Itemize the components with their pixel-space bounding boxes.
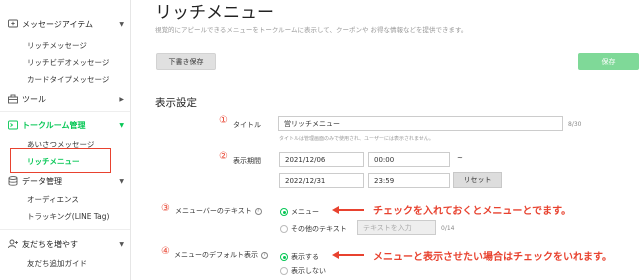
radio-menu[interactable]: メニュー bbox=[280, 207, 319, 217]
sidebar-section-tools[interactable]: ツール ▶ bbox=[7, 91, 124, 107]
sidebar-item-add-friend-guide[interactable]: 友だち追加ガイド bbox=[27, 258, 87, 269]
radio-selected-icon bbox=[280, 253, 288, 261]
chevron-right-icon: ▶ bbox=[119, 95, 124, 103]
arrow-left-icon bbox=[332, 251, 339, 259]
arrow-shaft bbox=[339, 209, 364, 211]
period-tilde: ~ bbox=[457, 154, 463, 162]
sidebar: メッセージアイテム ▼ リッチメッセージ リッチビデオメッセージ カードタイプメ… bbox=[0, 0, 131, 280]
message-icon bbox=[7, 19, 18, 30]
radio-hide-label: 表示しない bbox=[291, 267, 326, 275]
end-date-input[interactable]: 2022/12/31 bbox=[279, 173, 364, 188]
main-content: リッチメニュー 視覚的にアピールできるメニューをトークルームに表示して、クーポン… bbox=[131, 0, 640, 280]
marker-4: ④ bbox=[161, 246, 170, 257]
toolbox-icon bbox=[7, 94, 18, 105]
other-text-char-count: 0/14 bbox=[441, 225, 455, 232]
annotation-note-1: チェックを入れておくとメニューとでます。 bbox=[373, 206, 572, 217]
start-date-input[interactable]: 2021/12/06 bbox=[279, 152, 364, 167]
sidebar-item-rich-video-message[interactable]: リッチビデオメッセージ bbox=[27, 57, 109, 68]
arrow-shaft bbox=[339, 254, 364, 256]
radio-other-label: その他のテキスト bbox=[291, 225, 347, 233]
marker-1: ① bbox=[219, 115, 228, 126]
menubar-label: メニューバーのテキスト? bbox=[175, 206, 262, 216]
add-friend-icon bbox=[7, 239, 18, 250]
sidebar-item-audience[interactable]: オーディエンス bbox=[27, 194, 79, 205]
sidebar-divider bbox=[0, 111, 130, 112]
chevron-down-icon: ▼ bbox=[119, 240, 124, 248]
sidebar-section-label: 友だちを増やす bbox=[22, 239, 78, 249]
radio-menu-label: メニュー bbox=[291, 208, 319, 216]
period-label: 表示期間 bbox=[233, 157, 261, 165]
radio-other-text[interactable]: その他のテキスト bbox=[280, 224, 347, 234]
arrow-left-icon bbox=[332, 206, 339, 214]
marker-3: ③ bbox=[161, 203, 170, 214]
rich-menu-highlight-box bbox=[10, 148, 111, 173]
annotation-arrow-1 bbox=[332, 206, 364, 214]
end-date-value: 2022/12/31 bbox=[285, 176, 326, 185]
other-text-input[interactable]: テキストを入力 bbox=[357, 220, 436, 235]
sidebar-section-label: データ管理 bbox=[22, 176, 62, 186]
sidebar-section-label: メッセージアイテム bbox=[22, 19, 94, 29]
radio-selected-icon bbox=[280, 208, 288, 216]
start-time-value: 00:00 bbox=[374, 155, 395, 164]
default-display-label: メニューのデフォルト表示? bbox=[174, 250, 268, 260]
title-label: タイトル bbox=[233, 121, 261, 129]
radio-hide[interactable]: 表示しない bbox=[280, 266, 326, 276]
start-date-value: 2021/12/06 bbox=[285, 155, 326, 164]
end-time-value: 23:59 bbox=[374, 176, 395, 185]
page-description: 視覚的にアピールできるメニューをトークルームに表示して、クーポンや お得な情報な… bbox=[155, 26, 468, 34]
chevron-down-icon: ▼ bbox=[119, 121, 124, 129]
default-display-label-text: メニューのデフォルト表示 bbox=[174, 251, 258, 259]
save-draft-button[interactable]: 下書き保存 bbox=[156, 53, 216, 70]
start-time-input[interactable]: 00:00 bbox=[368, 152, 450, 167]
marker-2: ② bbox=[219, 151, 228, 162]
title-input[interactable]: 営リッチメニュー bbox=[278, 116, 563, 131]
save-button[interactable]: 保存 bbox=[578, 53, 639, 70]
help-icon[interactable]: ? bbox=[254, 207, 262, 215]
sidebar-section-data[interactable]: データ管理 ▼ bbox=[7, 173, 124, 189]
other-text-placeholder: テキストを入力 bbox=[363, 223, 412, 232]
radio-show[interactable]: 表示する bbox=[280, 252, 319, 262]
radio-unselected-icon bbox=[280, 225, 288, 233]
end-time-input[interactable]: 23:59 bbox=[368, 173, 450, 188]
chat-room-icon bbox=[7, 120, 18, 131]
menubar-label-text: メニューバーのテキスト bbox=[175, 207, 252, 215]
sidebar-item-tracking[interactable]: トラッキング(LINE Tag) bbox=[27, 211, 109, 222]
sidebar-section-label: ツール bbox=[22, 94, 46, 104]
title-char-count: 8/30 bbox=[568, 121, 582, 128]
sidebar-section-talk-room[interactable]: トークルーム管理 ▼ bbox=[7, 117, 124, 133]
sidebar-section-label: トークルーム管理 bbox=[22, 120, 86, 130]
annotation-note-2: メニューと表示させたい場合はチェックをいれます。 bbox=[373, 252, 612, 263]
chevron-down-icon: ▼ bbox=[119, 20, 124, 28]
sidebar-item-rich-message[interactable]: リッチメッセージ bbox=[27, 40, 87, 51]
reset-button[interactable]: リセット bbox=[453, 172, 502, 188]
radio-unselected-icon bbox=[280, 267, 288, 275]
title-hint: タイトルは管理画面のみで使用され、ユーザーには表示されません。 bbox=[279, 136, 434, 142]
help-icon[interactable]: ? bbox=[261, 251, 268, 259]
sidebar-item-card-type-message[interactable]: カードタイプメッセージ bbox=[27, 74, 109, 85]
chevron-down-icon: ▼ bbox=[119, 177, 124, 185]
sidebar-divider bbox=[0, 229, 130, 230]
title-input-value: 営リッチメニュー bbox=[284, 119, 340, 128]
radio-show-label: 表示する bbox=[291, 253, 319, 261]
annotation-arrow-2 bbox=[332, 251, 364, 259]
section-title: 表示設定 bbox=[155, 97, 197, 109]
sidebar-section-message-items[interactable]: メッセージアイテム ▼ bbox=[7, 16, 124, 32]
page-title: リッチメニュー bbox=[155, 3, 274, 23]
sidebar-section-grow-friends[interactable]: 友だちを増やす ▼ bbox=[7, 236, 124, 252]
database-icon bbox=[7, 176, 18, 187]
